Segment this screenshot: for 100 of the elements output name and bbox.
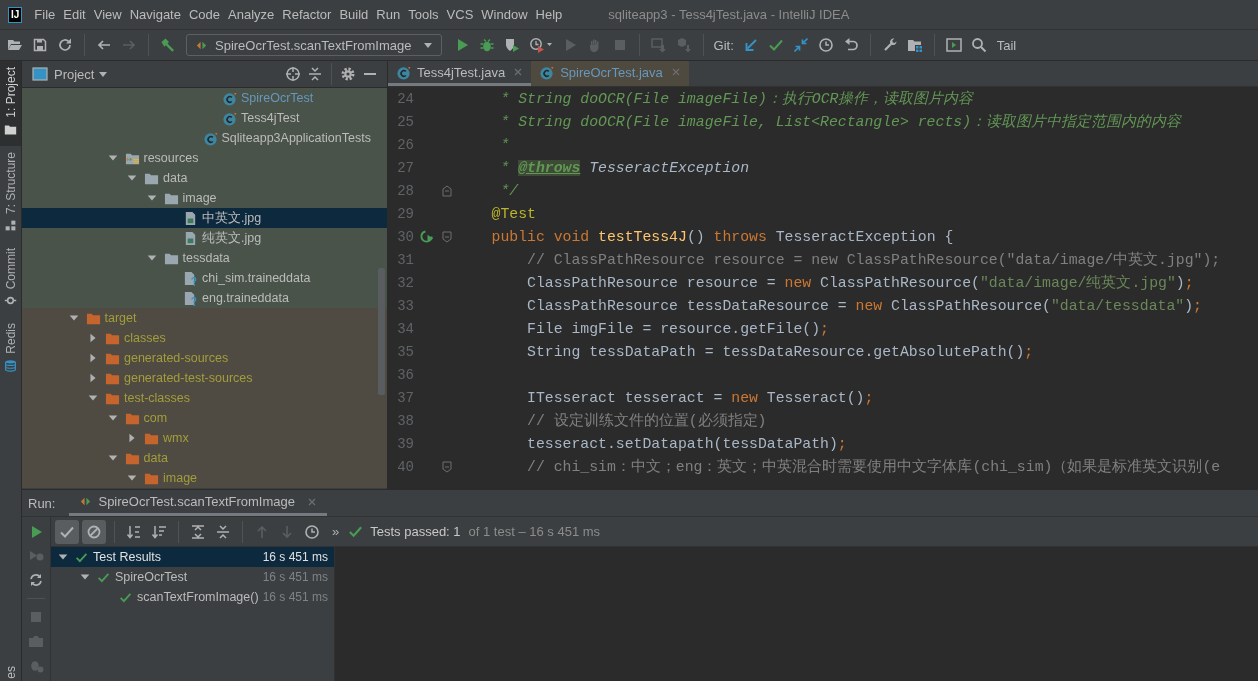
tree-item[interactable]: 纯英文.jpg xyxy=(22,228,387,248)
line-number: 29 xyxy=(396,205,414,222)
line-number: 30 xyxy=(396,228,414,245)
line-number: 26 xyxy=(396,136,414,153)
tree-item[interactable]: generated-test-sources xyxy=(22,368,387,388)
window-title: sqliteapp3 - Tess4jTest.java - IntelliJ IDEA xyxy=(608,7,850,22)
menu-item[interactable]: Window xyxy=(481,7,535,22)
test-result-item[interactable]: Test Results 16 s 451 ms xyxy=(51,547,334,567)
scrollbar[interactable] xyxy=(378,268,385,395)
tool-window-tab[interactable]: Redis xyxy=(0,317,21,382)
caret-icon xyxy=(98,69,109,79)
tool-window-tab[interactable]: es xyxy=(3,666,18,679)
tree-item[interactable]: chi_sim.traineddata xyxy=(22,268,387,288)
caret-icon xyxy=(422,40,433,50)
menu-item[interactable]: Run xyxy=(376,7,408,22)
line-number: 28 xyxy=(396,182,414,199)
tree-item[interactable]: Sqliteapp3ApplicationTests xyxy=(22,128,387,148)
code-line: String tessDataPath = tessDataResource.getAbsolutePath(); xyxy=(526,343,1034,360)
tree-item[interactable]: wmx xyxy=(22,428,387,448)
line-number: 31 xyxy=(396,251,414,268)
tree-item[interactable]: target xyxy=(22,308,387,328)
test-result-item[interactable]: SpireOcrTest 16 s 451 ms xyxy=(51,567,334,587)
fold-marker-icon[interactable] xyxy=(442,460,452,473)
fold-marker-icon[interactable] xyxy=(442,184,452,197)
menu-item[interactable]: Refactor xyxy=(282,7,339,22)
menu-item[interactable]: Analyze xyxy=(228,7,282,22)
code-line: * String doOCR(File imageFile)：执行OCR操作，读取图片内容 xyxy=(499,89,974,108)
tree-item[interactable]: resources xyxy=(22,148,387,168)
close-icon[interactable] xyxy=(307,496,317,507)
unknown-file-icon xyxy=(183,290,198,306)
fold-marker-icon[interactable] xyxy=(442,230,452,243)
tree-item[interactable]: data xyxy=(22,168,387,188)
git-label: Git: xyxy=(713,37,734,53)
code-line: public void testTess4J() throws TesseractException { xyxy=(490,228,954,245)
menu-item[interactable]: Navigate xyxy=(129,7,188,22)
project-view-dropdown[interactable]: Project xyxy=(54,66,109,82)
class-icon xyxy=(202,130,218,146)
menu-item[interactable]: File xyxy=(34,7,63,22)
window-icon xyxy=(32,66,48,82)
menu-item[interactable]: View xyxy=(93,7,129,22)
tool-window-tab[interactable]: 7: Structure xyxy=(0,145,21,242)
app-logo: IJ xyxy=(8,6,23,23)
tool-window-tab[interactable]: 1: Project xyxy=(0,61,21,146)
close-icon[interactable] xyxy=(513,67,524,77)
menu-item[interactable]: Help xyxy=(535,7,570,22)
squares-icon xyxy=(4,218,17,232)
tree-item[interactable]: Tess4jTest xyxy=(22,108,387,128)
run-label: Run: xyxy=(28,495,56,511)
menu-item[interactable]: Tools xyxy=(408,7,446,22)
image-file-icon xyxy=(183,210,198,226)
folder-icon xyxy=(4,122,17,136)
image-file-icon xyxy=(183,230,198,246)
line-number: 25 xyxy=(396,113,414,130)
menu-item[interactable]: VCS xyxy=(446,7,481,22)
line-number: 40 xyxy=(396,458,414,475)
editor-tab[interactable]: SpireOcrTest.java xyxy=(531,61,689,86)
unknown-file-icon xyxy=(183,270,198,286)
line-number: 33 xyxy=(396,297,414,314)
code-line: * xyxy=(499,136,510,153)
menu-item[interactable]: Edit xyxy=(63,7,93,22)
run-configuration-dropdown[interactable]: SpireOcrTest.scanTextFromImage xyxy=(186,34,442,56)
line-number: 32 xyxy=(396,274,414,291)
class-icon xyxy=(539,64,555,80)
code-line: // chi_sim：中文；eng：英文；中英混合时需要使用中文字体库(chi_sim)（如果是标准英文识别(e xyxy=(526,457,1221,476)
line-number: 34 xyxy=(396,320,414,337)
tree-item[interactable]: 中英文.jpg xyxy=(22,208,387,228)
tree-item[interactable]: image xyxy=(22,468,387,488)
more-button[interactable]: » xyxy=(332,524,340,539)
code-line: ITesseract tesseract = new Tesseract(); xyxy=(526,389,874,406)
check-icon xyxy=(348,524,364,539)
run-test-icon[interactable] xyxy=(419,229,435,244)
run-config-icon xyxy=(79,495,93,508)
code-line: File imgFile = resource.getFile(); xyxy=(526,320,829,337)
tree-item[interactable]: classes xyxy=(22,328,387,348)
tree-item[interactable]: image xyxy=(22,188,387,208)
line-number: 37 xyxy=(396,389,414,406)
code-line: // 设定训练文件的位置(必须指定) xyxy=(526,411,767,430)
run-tab[interactable]: SpireOcrTest.scanTextFromImage xyxy=(69,490,327,516)
tree-item[interactable]: eng.traineddata xyxy=(22,288,387,308)
blocked-icon[interactable] xyxy=(82,519,106,544)
check-icon[interactable] xyxy=(55,519,79,544)
tests-passed-text: Tests passed: 1 xyxy=(370,524,461,539)
tree-item[interactable]: tessdata xyxy=(22,248,387,268)
test-summary-text: of 1 test – 16 s 451 ms xyxy=(468,524,601,539)
test-result-item[interactable]: scanTextFromImage() 16 s 451 ms xyxy=(51,587,334,607)
tree-item[interactable]: test-classes xyxy=(22,388,387,408)
tool-window-tab[interactable]: Commit xyxy=(0,241,21,318)
menu-item[interactable]: Build xyxy=(339,7,376,22)
tree-item[interactable]: data xyxy=(22,448,387,468)
line-number: 35 xyxy=(396,343,414,360)
tree-item[interactable]: generated-sources xyxy=(22,348,387,368)
code-line: @Test xyxy=(490,205,536,222)
class-icon xyxy=(396,64,411,80)
line-number: 24 xyxy=(396,90,414,107)
line-number: 27 xyxy=(396,159,414,176)
tail-button[interactable]: Tail xyxy=(996,37,1017,53)
menu-item[interactable]: Code xyxy=(188,7,228,22)
line-number: 39 xyxy=(396,435,414,452)
code-line: ClassPathResource resource = new ClassPathResource("data/image/纯英文.jpg"); xyxy=(526,273,1194,292)
tree-item[interactable]: com xyxy=(22,408,387,428)
